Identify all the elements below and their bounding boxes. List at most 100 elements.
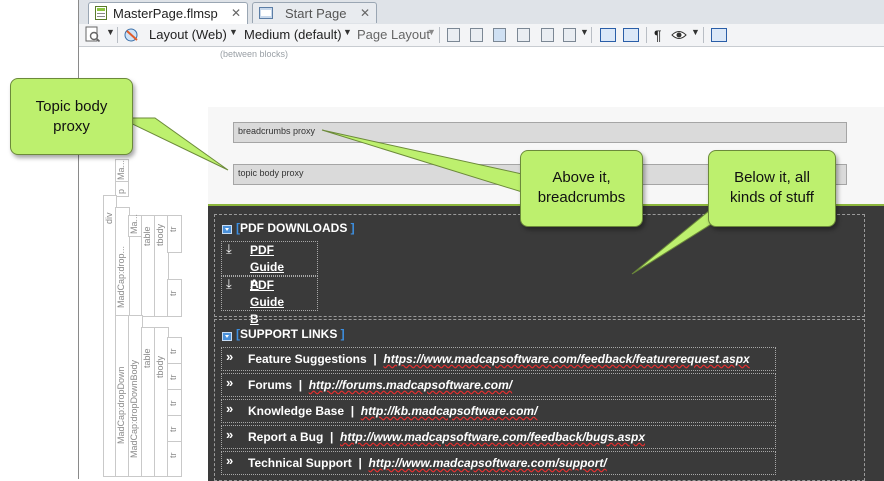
toolbar-separator	[703, 27, 704, 43]
separator: |	[358, 456, 362, 470]
structure-label: tr	[168, 290, 178, 297]
close-icon[interactable]: ✕	[231, 6, 241, 20]
text-box-icon[interactable]	[563, 28, 576, 42]
link-name: Report a Bug	[248, 430, 324, 444]
medium-dropdown[interactable]: Medium (default)	[244, 27, 342, 42]
structure-bar-cell[interactable]: p	[115, 181, 129, 197]
expand-toggle-icon[interactable]	[222, 225, 232, 234]
structure-label: div	[104, 212, 114, 224]
layout-dropdown[interactable]: Layout (Web)	[149, 27, 227, 42]
table-row: » Feature Suggestions | https://www.madc…	[221, 347, 776, 371]
breadcrumbs-proxy[interactable]: breadcrumbs proxy	[233, 122, 847, 143]
separator: |	[373, 352, 377, 366]
structure-label: Ma...	[129, 213, 139, 234]
section-title: PDF DOWNLOADS	[240, 221, 348, 235]
list-item: ⤓ PDF Guide A	[221, 241, 318, 291]
structure-label: tr	[168, 226, 178, 233]
editor-window: MasterPage.flmsp ✕ Start Page ✕ ▼ Layout…	[78, 0, 884, 481]
between-blocks-label: (between blocks)	[220, 49, 289, 59]
close-icon[interactable]: ✕	[360, 6, 370, 20]
feature-suggestions-link[interactable]: https://www.madcapsoftware.com/feedback/…	[383, 352, 749, 366]
table-row: » Forums | http://forums.madcapsoftware.…	[221, 373, 776, 397]
editor-toolbar: ▼ Layout (Web) ▼ Medium (default) ▼ Page…	[79, 24, 884, 47]
report-bug-link[interactable]: http://www.madcapsoftware.com/feedback/b…	[340, 430, 645, 444]
structure-bar-cell[interactable]: tr	[167, 415, 182, 443]
tab-strip: MasterPage.flmsp ✕ Start Page ✕	[79, 0, 884, 25]
support-links-dropdown: [SUPPORT LINKS ] » Feature Suggestions |…	[214, 319, 865, 481]
pilcrow-icon[interactable]: ¶	[654, 27, 662, 43]
markers-icon[interactable]	[600, 28, 616, 42]
editor-canvas[interactable]: (between blocks) Ma... p div MadCap:drop…	[79, 47, 884, 481]
chevron-down-icon[interactable]: ▼	[229, 27, 238, 37]
responsive-layout-icon[interactable]	[123, 26, 141, 44]
structure-label: tr	[168, 348, 178, 355]
insert-icon[interactable]	[711, 28, 727, 42]
show-tags-icon[interactable]	[670, 26, 688, 44]
page-layout-dropdown[interactable]: Page Layout	[357, 27, 430, 42]
structure-label: MadCap:drop...	[116, 245, 126, 308]
chevron-down-icon[interactable]: ▼	[343, 27, 352, 37]
tab-start-page[interactable]: Start Page ✕	[252, 2, 377, 23]
download-icon: ⤓	[226, 276, 232, 291]
start-page-icon	[259, 7, 273, 19]
snippet-icon[interactable]	[541, 28, 554, 42]
separator: |	[330, 430, 334, 444]
pdf-downloads-heading[interactable]: [PDF DOWNLOADS ]	[236, 221, 355, 235]
double-chevron-icon: »	[226, 453, 234, 468]
document-icon	[95, 6, 107, 20]
double-chevron-icon: »	[226, 401, 234, 416]
callout-topic-body: Topic body proxy	[10, 78, 133, 155]
frame-icon[interactable]	[517, 28, 530, 42]
structure-bar-cell[interactable]: tr	[167, 389, 182, 417]
download-icon: ⤓	[226, 241, 232, 256]
separator: |	[350, 404, 355, 418]
topic-body-proxy-label: topic body proxy	[238, 168, 304, 178]
chevron-down-icon[interactable]: ▼	[580, 27, 589, 37]
page-icon[interactable]	[470, 28, 483, 42]
link-name: Forums	[248, 378, 293, 392]
view-page-icon[interactable]	[85, 26, 101, 44]
structure-label: table	[142, 348, 152, 368]
structure-label: MadCap:dropDown	[116, 366, 126, 444]
toolbar-separator	[439, 27, 440, 43]
structure-label: tr	[168, 426, 178, 433]
support-link-row: Feature Suggestions | https://www.madcap…	[248, 352, 750, 366]
structure-label: tr	[168, 374, 178, 381]
callout-text: Above it, breadcrumbs	[537, 169, 626, 206]
image-icon[interactable]	[493, 28, 506, 42]
double-chevron-icon: »	[226, 375, 234, 390]
support-link-row: Knowledge Base | http://kb.madcapsoftwar…	[248, 404, 537, 418]
knowledge-base-link[interactable]: http://kb.madcapsoftware.com/	[361, 404, 538, 418]
expand-toggle-icon[interactable]	[222, 332, 232, 341]
structure-bar-cell[interactable]: tr	[167, 215, 182, 253]
structure-label: tbody	[155, 355, 165, 378]
structure-label: MadCap:dropDownBody	[129, 359, 139, 458]
double-chevron-icon: »	[226, 427, 234, 442]
structure-bar-cell[interactable]: tr	[167, 441, 182, 477]
technical-support-link[interactable]: http://www.madcapsoftware.com/support/	[369, 456, 607, 470]
structure-label: Ma...	[116, 159, 126, 180]
link-name: Feature Suggestions	[248, 352, 367, 366]
chevron-down-icon[interactable]: ▼	[691, 27, 700, 37]
structure-label: p	[116, 188, 126, 194]
structure-bar-cell[interactable]: Ma...	[115, 159, 129, 183]
structure-label: tbody	[155, 223, 165, 246]
tab-masterpage[interactable]: MasterPage.flmsp ✕	[88, 2, 248, 25]
toolbar-separator	[591, 27, 592, 43]
link-name: Technical Support	[248, 456, 352, 470]
separator: |	[298, 378, 303, 392]
structure-label: table	[142, 226, 152, 246]
structure-label: tr	[168, 452, 178, 459]
chevron-down-icon[interactable]: ▼	[106, 27, 115, 37]
support-links-heading[interactable]: [SUPPORT LINKS ]	[236, 327, 345, 341]
conditional-icon[interactable]	[623, 28, 639, 42]
structure-bar-cell[interactable]: tr	[167, 279, 182, 317]
support-link-row: Forums | http://forums.madcapsoftware.co…	[248, 378, 512, 392]
breadcrumbs-proxy-label: breadcrumbs proxy	[238, 126, 316, 136]
structure-bar-cell[interactable]: tr	[167, 363, 182, 391]
structure-bar-cell[interactable]: tr	[167, 337, 182, 365]
callout-text: Below it, all kinds of stuff	[730, 169, 814, 206]
page-icon[interactable]	[447, 28, 460, 42]
chevron-down-icon[interactable]: ▼	[427, 27, 436, 37]
forums-link[interactable]: http://forums.madcapsoftware.com/	[309, 378, 512, 392]
